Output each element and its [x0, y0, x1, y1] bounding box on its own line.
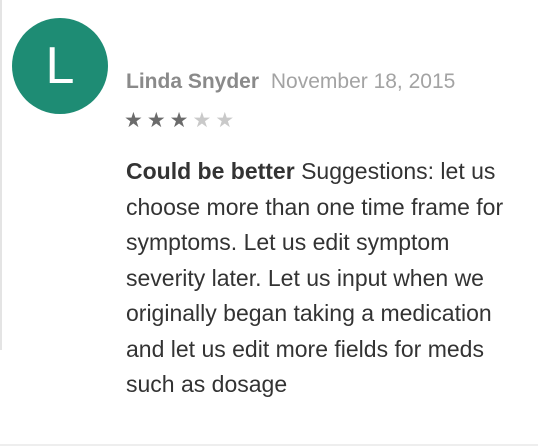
review-title: Could be better	[126, 158, 295, 184]
avatar-letter: L	[45, 37, 75, 95]
review-header: Linda Snyder November 18, 2015	[126, 68, 455, 96]
author-name: Linda Snyder	[126, 70, 260, 93]
star-icon: ★	[124, 109, 143, 132]
left-divider	[0, 0, 2, 350]
star-icon: ★	[169, 109, 189, 132]
review-date: November 18, 2015	[270, 70, 456, 93]
star-icon: ★	[215, 109, 235, 132]
avatar: L	[12, 18, 108, 114]
star-icon: ★	[146, 109, 166, 132]
review-body: Suggestions: let us choose more than one…	[126, 158, 504, 397]
review-text: Could be better Suggestions: let us choo…	[126, 154, 518, 403]
star-icon: ★	[192, 109, 212, 132]
star-rating: ★ ★ ★ ★ ★	[124, 108, 234, 134]
